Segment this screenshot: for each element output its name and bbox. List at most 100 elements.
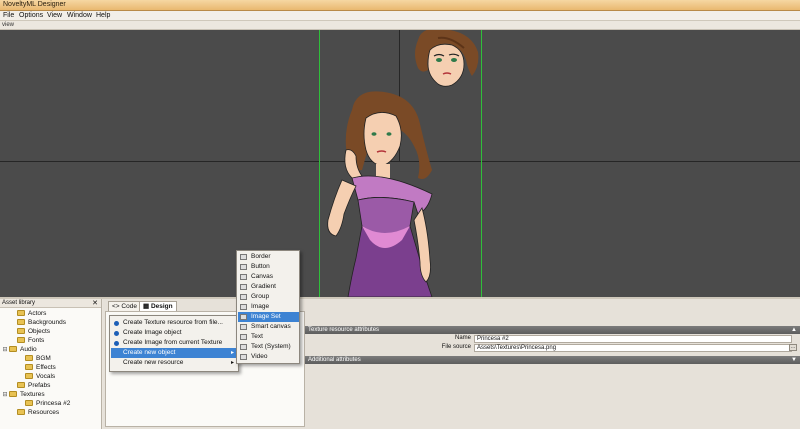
tree-item[interactable]: Prefabs (10, 381, 50, 390)
tree-item[interactable]: BGM (18, 354, 51, 363)
tree-item[interactable]: ⊟ Textures (2, 390, 45, 399)
tree-item-label: Textures (20, 391, 45, 398)
tree-item[interactable]: Princesa #2 (18, 399, 70, 408)
tab-design[interactable]: ▦ Design (139, 301, 177, 311)
tree-item[interactable]: Backgrounds (10, 318, 66, 327)
submenu-item-label: Image Set (251, 313, 281, 320)
tree-item[interactable]: Fonts (10, 336, 44, 345)
name-label: Name (454, 335, 471, 341)
submenu-item-label: Text (System) (251, 343, 291, 350)
design-icon: ▦ (143, 303, 151, 310)
tree-item[interactable]: ⊟ Audio (2, 345, 37, 354)
context-menu-item[interactable]: Create Image from current Texture (111, 338, 237, 348)
object-type-icon (240, 284, 247, 290)
tree-item-label: BGM (36, 355, 51, 362)
expander-icon[interactable]: ⊟ (2, 391, 8, 400)
expander-icon[interactable]: ⊟ (2, 346, 8, 355)
code-icon: <> (112, 303, 122, 310)
context-menu-item-label: Create new resource (123, 359, 184, 366)
context-menu-item[interactable]: Create new object ▸ (111, 348, 237, 358)
folder-icon (25, 355, 33, 361)
submenu-item-label: Border (251, 253, 271, 260)
tree-item[interactable]: Objects (10, 327, 50, 336)
submenu-item[interactable]: Text (238, 332, 299, 342)
tree-item-label: Prefabs (28, 382, 51, 389)
object-type-icon (240, 334, 247, 340)
submenu-item[interactable]: Button (238, 262, 299, 272)
context-menu-item[interactable]: Create new resource ▸ (111, 358, 237, 368)
tree-item[interactable]: Effects (18, 363, 56, 372)
collapse-icon[interactable]: ▲ (791, 326, 797, 334)
submenu-item[interactable]: Text (System) (238, 342, 299, 352)
close-icon[interactable]: ✕ (92, 299, 98, 308)
view-label: view (2, 22, 15, 28)
context-menu-item[interactable]: Create Texture resource from file... (111, 318, 237, 328)
image-icon (114, 321, 119, 326)
window-title: NoveltyML Designer (3, 1, 66, 8)
folder-icon (17, 310, 25, 316)
designer-window: NoveltyML Designer File Options View Win… (0, 0, 800, 429)
menu-window[interactable]: Window (67, 12, 92, 19)
tree-item-label: Fonts (28, 337, 45, 344)
object-type-icon (240, 344, 247, 350)
additional-attributes-title: Additional attributes (308, 357, 361, 363)
context-menu-item-label: Create Image object (123, 329, 182, 336)
scene-canvas[interactable] (0, 30, 800, 297)
canvas-guide-left (319, 30, 320, 297)
folder-icon (25, 373, 33, 379)
submenu-item[interactable]: Group (238, 292, 299, 302)
submenu-arrow-icon: ▸ (230, 350, 234, 356)
object-type-icon (240, 274, 247, 280)
submenu-item[interactable]: Image (238, 302, 299, 312)
submenu-item-label: Canvas (251, 273, 274, 280)
context-menu-item-label: Create Image from current Texture (123, 339, 223, 346)
image-icon (114, 341, 119, 346)
folder-icon (9, 391, 17, 397)
folder-icon (17, 382, 25, 388)
context-menu-item[interactable]: Create Image object (111, 328, 237, 338)
tree-item[interactable]: Vocals (18, 372, 55, 381)
submenu-item-label: Smart canvas (251, 323, 291, 330)
tree-item[interactable]: Resources (10, 408, 59, 417)
menu-help[interactable]: Help (96, 12, 110, 19)
tab-code-label: Code (121, 303, 137, 310)
tab-code[interactable]: <> Code (108, 301, 141, 311)
browse-button[interactable]: … (789, 344, 797, 351)
object-type-icon (240, 254, 247, 260)
menu-file[interactable]: File (3, 12, 14, 19)
tree-item-label: Audio (20, 346, 37, 353)
tree-item-label: Backgrounds (28, 319, 66, 326)
tree-item[interactable]: Actors (10, 309, 46, 318)
asset-library-header: Asset library ✕ (0, 299, 101, 308)
additional-attributes-header[interactable]: Additional attributes ▼ (305, 356, 800, 364)
object-type-icon (240, 314, 247, 320)
submenu-arrow-icon: ▸ (230, 360, 234, 366)
folder-icon (17, 337, 25, 343)
image-icon (114, 331, 119, 336)
menu-options[interactable]: Options (19, 12, 43, 19)
portrait-head-image[interactable] (410, 30, 482, 88)
texture-attributes-header[interactable]: Texture resource attributes ▲ (305, 326, 800, 334)
file-source-field[interactable]: Assets\Textures\Princesa.png (474, 344, 792, 352)
submenu-item[interactable]: Gradient (238, 282, 299, 292)
princess-character-image[interactable] (322, 90, 450, 297)
folder-icon (25, 400, 33, 406)
folder-icon (9, 346, 17, 352)
submenu-item[interactable]: Canvas (238, 272, 299, 282)
submenu-item-label: Button (251, 263, 270, 270)
folder-icon (17, 409, 25, 415)
folder-icon (25, 364, 33, 370)
submenu-item-label: Group (251, 293, 270, 300)
menu-view[interactable]: View (47, 12, 62, 19)
submenu-item-label: Gradient (251, 283, 276, 290)
context-menu-item-label: Create Texture resource from file... (123, 319, 223, 326)
tree-item-label: Actors (28, 310, 47, 317)
submenu-item[interactable]: Smart canvas (238, 322, 299, 332)
collapse-icon[interactable]: ▼ (791, 356, 797, 364)
submenu-item[interactable]: Image Set (238, 312, 299, 322)
submenu-item[interactable]: Border (238, 252, 299, 262)
submenu-item[interactable]: Video (238, 352, 299, 362)
folder-icon (17, 328, 25, 334)
object-type-icon (240, 324, 247, 330)
name-field[interactable]: Princesa #2 (474, 335, 792, 343)
